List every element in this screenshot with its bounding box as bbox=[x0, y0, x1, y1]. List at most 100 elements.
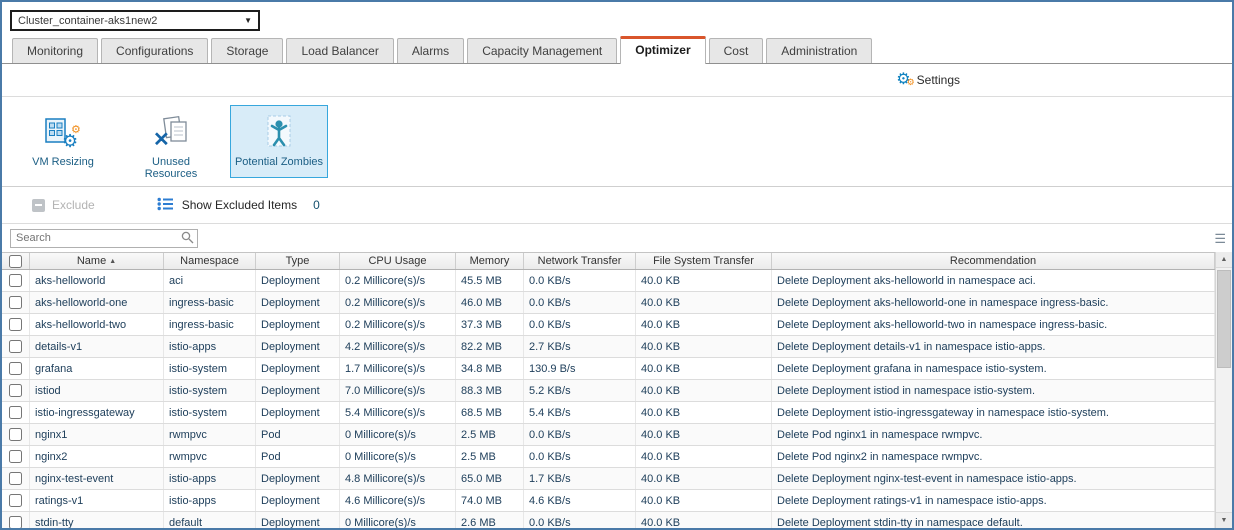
chevron-down-icon: ▼ bbox=[244, 16, 252, 25]
tab-monitoring[interactable]: Monitoring bbox=[12, 38, 98, 63]
cell-cpu-usage: 1.7 Millicore(s)/s bbox=[340, 358, 456, 379]
tab-load-balancer[interactable]: Load Balancer bbox=[286, 38, 393, 63]
row-checkbox[interactable] bbox=[9, 274, 22, 287]
tab-cost[interactable]: Cost bbox=[709, 38, 764, 63]
cell-memory: 46.0 MB bbox=[456, 292, 524, 313]
vertical-scrollbar[interactable]: ▲ ▼ bbox=[1215, 252, 1232, 528]
vm-resizing-button[interactable]: ⚙ ⚙ VM Resizing bbox=[14, 105, 112, 178]
cell-file-system-transfer: 40.0 KB bbox=[636, 424, 772, 445]
row-checkbox[interactable] bbox=[9, 516, 22, 528]
row-checkbox[interactable] bbox=[9, 494, 22, 507]
table-body: aks-helloworld aci Deployment 0.2 Millic… bbox=[2, 270, 1215, 528]
row-checkbox[interactable] bbox=[9, 450, 22, 463]
select-all-checkbox-cell bbox=[2, 253, 30, 269]
table-row[interactable]: grafana istio-system Deployment 1.7 Mill… bbox=[2, 358, 1215, 380]
potential-zombies-button[interactable]: Potential Zombies bbox=[230, 105, 328, 178]
column-header-namespace[interactable]: Namespace bbox=[164, 253, 256, 269]
cell-name: stdin-tty bbox=[30, 512, 164, 528]
column-header-memory[interactable]: Memory bbox=[456, 253, 524, 269]
table-row[interactable]: nginx2 rwmpvc Pod 0 Millicore(s)/s 2.5 M… bbox=[2, 446, 1215, 468]
optimizer-page: Cluster_container-aks1new2 ▼ Monitoring … bbox=[0, 0, 1234, 530]
cell-name: ratings-v1 bbox=[30, 490, 164, 511]
search-icon bbox=[181, 231, 194, 249]
cell-memory: 82.2 MB bbox=[456, 336, 524, 357]
cell-namespace: istio-system bbox=[164, 358, 256, 379]
cell-file-system-transfer: 40.0 KB bbox=[636, 270, 772, 291]
cell-memory: 2.6 MB bbox=[456, 512, 524, 528]
grid-options-icon[interactable]: ☰ bbox=[1214, 232, 1225, 245]
column-header-type[interactable]: Type bbox=[256, 253, 340, 269]
scrollbar-thumb[interactable] bbox=[1217, 270, 1231, 368]
cell-file-system-transfer: 40.0 KB bbox=[636, 292, 772, 313]
show-excluded-items-button[interactable]: Show Excluded Items 0 bbox=[157, 197, 320, 214]
column-header-cpu-usage[interactable]: CPU Usage bbox=[340, 253, 456, 269]
table-row[interactable]: aks-helloworld aci Deployment 0.2 Millic… bbox=[2, 270, 1215, 292]
column-header-recommendation[interactable]: Recommendation bbox=[772, 253, 1215, 269]
cell-name: aks-helloworld bbox=[30, 270, 164, 291]
cell-name: nginx1 bbox=[30, 424, 164, 445]
table-row[interactable]: istio-ingressgateway istio-system Deploy… bbox=[2, 402, 1215, 424]
search-input[interactable] bbox=[10, 229, 198, 248]
table-row[interactable]: stdin-tty default Deployment 0 Millicore… bbox=[2, 512, 1215, 528]
tab-administration[interactable]: Administration bbox=[766, 38, 872, 63]
tab-storage[interactable]: Storage bbox=[211, 38, 283, 63]
table-row[interactable]: aks-helloworld-one ingress-basic Deploym… bbox=[2, 292, 1215, 314]
tab-configurations[interactable]: Configurations bbox=[101, 38, 208, 63]
cell-cpu-usage: 0.2 Millicore(s)/s bbox=[340, 270, 456, 291]
cell-namespace: istio-apps bbox=[164, 468, 256, 489]
unused-resources-button[interactable]: ✕ Unused Resources bbox=[122, 105, 220, 178]
row-checkbox[interactable] bbox=[9, 362, 22, 375]
cell-memory: 2.5 MB bbox=[456, 424, 524, 445]
cell-cpu-usage: 4.2 Millicore(s)/s bbox=[340, 336, 456, 357]
tab-capacity-management[interactable]: Capacity Management bbox=[467, 38, 617, 63]
column-header-network-transfer[interactable]: Network Transfer bbox=[524, 253, 636, 269]
cell-network-transfer: 1.7 KB/s bbox=[524, 468, 636, 489]
row-checkbox-cell bbox=[2, 424, 30, 445]
cell-namespace: ingress-basic bbox=[164, 292, 256, 313]
row-checkbox[interactable] bbox=[9, 340, 22, 353]
cell-memory: 65.0 MB bbox=[456, 468, 524, 489]
scroll-up-icon[interactable]: ▲ bbox=[1216, 252, 1232, 268]
cell-name: istiod bbox=[30, 380, 164, 401]
table-row[interactable]: ratings-v1 istio-apps Deployment 4.6 Mil… bbox=[2, 490, 1215, 512]
table-row[interactable]: aks-helloworld-two ingress-basic Deploym… bbox=[2, 314, 1215, 336]
cell-network-transfer: 5.2 KB/s bbox=[524, 380, 636, 401]
table-row[interactable]: nginx-test-event istio-apps Deployment 4… bbox=[2, 468, 1215, 490]
row-checkbox[interactable] bbox=[9, 406, 22, 419]
column-header-name[interactable]: Name ▲ bbox=[30, 253, 164, 269]
cell-recommendation: Delete Deployment aks-helloworld-two in … bbox=[772, 314, 1215, 335]
tab-bar: Monitoring Configurations Storage Load B… bbox=[2, 36, 1232, 64]
cell-cpu-usage: 0 Millicore(s)/s bbox=[340, 512, 456, 528]
cell-name: grafana bbox=[30, 358, 164, 379]
table-row[interactable]: nginx1 rwmpvc Pod 0 Millicore(s)/s 2.5 M… bbox=[2, 424, 1215, 446]
potential-zombies-label: Potential Zombies bbox=[235, 156, 323, 168]
cell-type: Deployment bbox=[256, 314, 340, 335]
table-row[interactable]: istiod istio-system Deployment 7.0 Milli… bbox=[2, 380, 1215, 402]
cell-namespace: istio-apps bbox=[164, 490, 256, 511]
row-checkbox[interactable] bbox=[9, 472, 22, 485]
cell-memory: 45.5 MB bbox=[456, 270, 524, 291]
tab-alarms[interactable]: Alarms bbox=[397, 38, 464, 63]
row-checkbox-cell bbox=[2, 336, 30, 357]
exclude-button[interactable]: Exclude bbox=[32, 198, 95, 212]
tab-optimizer[interactable]: Optimizer bbox=[620, 36, 705, 64]
row-checkbox[interactable] bbox=[9, 296, 22, 309]
select-all-checkbox[interactable] bbox=[9, 255, 22, 268]
cell-cpu-usage: 0.2 Millicore(s)/s bbox=[340, 314, 456, 335]
row-checkbox[interactable] bbox=[9, 384, 22, 397]
cluster-selector-value: Cluster_container-aks1new2 bbox=[18, 15, 157, 27]
search-box bbox=[10, 228, 198, 248]
cell-file-system-transfer: 40.0 KB bbox=[636, 446, 772, 467]
row-checkbox[interactable] bbox=[9, 318, 22, 331]
cell-namespace: default bbox=[164, 512, 256, 528]
row-checkbox-cell bbox=[2, 292, 30, 313]
table-row[interactable]: details-v1 istio-apps Deployment 4.2 Mil… bbox=[2, 336, 1215, 358]
row-checkbox[interactable] bbox=[9, 428, 22, 441]
settings-button[interactable]: ⚙ Settings bbox=[896, 72, 960, 88]
cell-name: istio-ingressgateway bbox=[30, 402, 164, 423]
column-header-file-system-transfer[interactable]: File System Transfer bbox=[636, 253, 772, 269]
cluster-selector[interactable]: Cluster_container-aks1new2 ▼ bbox=[10, 10, 260, 31]
cell-type: Deployment bbox=[256, 468, 340, 489]
unused-resources-label: Unused Resources bbox=[125, 156, 217, 180]
scroll-down-icon[interactable]: ▼ bbox=[1216, 512, 1232, 528]
